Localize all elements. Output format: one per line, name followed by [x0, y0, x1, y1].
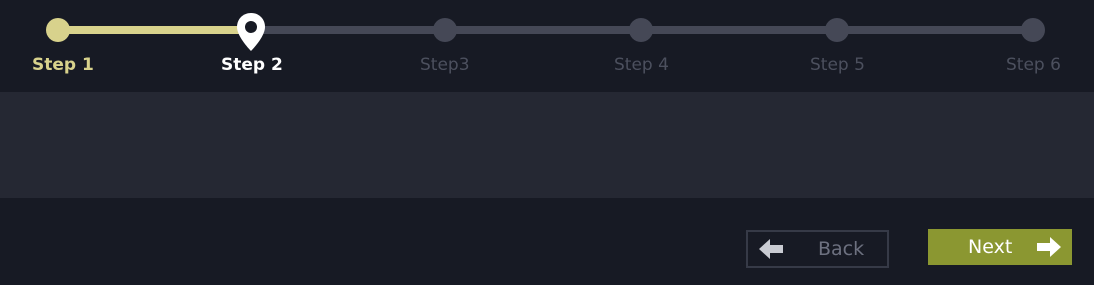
wizard: Step 1 Step 2 Step3 Step 4 Step 5 Step 6… [0, 0, 1094, 285]
stepper-progress [58, 26, 250, 34]
back-button[interactable]: Back [746, 230, 889, 268]
step-6-label[interactable]: Step 6 [1006, 55, 1061, 75]
step-3-label[interactable]: Step3 [420, 55, 470, 75]
arrow-right-icon [1037, 237, 1061, 257]
next-button-label: Next [968, 236, 1013, 258]
stepper: Step 1 Step 2 Step3 Step 4 Step 5 Step 6 [0, 0, 1094, 92]
step-content-panel [0, 92, 1094, 198]
step-1-label[interactable]: Step 1 [32, 55, 94, 75]
step-1-dot[interactable] [46, 18, 70, 42]
arrow-left-icon [759, 239, 783, 259]
step-2-label[interactable]: Step 2 [221, 55, 283, 75]
step-4-dot[interactable] [629, 18, 653, 42]
step-4-label[interactable]: Step 4 [614, 55, 669, 75]
back-button-label: Back [818, 238, 865, 260]
step-5-dot[interactable] [825, 18, 849, 42]
step-3-dot[interactable] [433, 18, 457, 42]
next-button[interactable]: Next [928, 229, 1072, 265]
location-pin-icon[interactable] [236, 12, 266, 52]
step-6-dot[interactable] [1021, 18, 1045, 42]
step-5-label[interactable]: Step 5 [810, 55, 865, 75]
